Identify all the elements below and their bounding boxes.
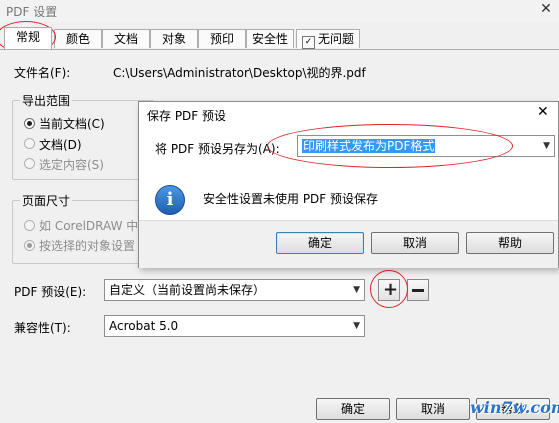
- tab-prepress[interactable]: 预印: [198, 29, 246, 48]
- tab-strip: 常规 颜色 文档 对象 预印 安全性 ✓ 无问题: [0, 21, 559, 53]
- save-preset-dialog: 保存 PDF 预设 ✕ 将 PDF 预设另存为(A): 印刷样式发布为PDF格式…: [138, 101, 559, 268]
- chevron-down-icon: ▼: [543, 141, 550, 151]
- remove-preset-button[interactable]: [407, 279, 429, 301]
- tab-label: 对象: [161, 32, 186, 46]
- radio-label: 选定内容(S): [39, 158, 104, 172]
- compatibility-value: Acrobat 5.0: [109, 319, 179, 333]
- filename-value: C:\Users\Administrator\Desktop\视的界.pdf: [113, 66, 366, 80]
- chevron-down-icon: ▼: [353, 321, 360, 331]
- compatibility-select[interactable]: Acrobat 5.0 ▼: [104, 315, 365, 337]
- radio-label: 文档(D): [39, 138, 82, 152]
- save-as-label: 将 PDF 预设另存为(A):: [155, 142, 280, 156]
- save-as-value[interactable]: 印刷样式发布为PDF格式: [302, 139, 436, 153]
- info-icon: i: [155, 185, 185, 215]
- tab-label: 颜色: [65, 32, 90, 46]
- tab-no-issues[interactable]: ✓ 无问题: [296, 29, 360, 49]
- window-title: PDF 设置: [6, 5, 58, 19]
- cancel-button[interactable]: 取消: [396, 398, 470, 420]
- compatibility-label: 兼容性(T):: [14, 321, 71, 335]
- dialog-help-button[interactable]: 帮助: [466, 232, 554, 254]
- dialog-title: 保存 PDF 预设: [147, 109, 227, 123]
- tab-objects[interactable]: 对象: [150, 29, 198, 48]
- tab-label: 安全性: [251, 32, 288, 46]
- dialog-message: 安全性设置未使用 PDF 预设保存: [203, 192, 379, 206]
- save-as-combo[interactable]: 印刷样式发布为PDF格式 ▼: [297, 135, 555, 157]
- tab-label: 无问题: [317, 32, 354, 46]
- radio-as-in-coreldraw[interactable]: [24, 220, 35, 231]
- watermark: win7w.com: [470, 398, 559, 417]
- window-close-button[interactable]: ✕: [536, 1, 556, 19]
- radio-current-document[interactable]: [24, 118, 35, 129]
- tab-color[interactable]: 颜色: [54, 29, 102, 48]
- tab-general[interactable]: 常规: [4, 27, 52, 49]
- plus-icon: +: [383, 279, 399, 300]
- radio-documents[interactable]: [24, 138, 35, 149]
- radio-selection[interactable]: [24, 158, 35, 169]
- add-preset-button[interactable]: +: [378, 279, 400, 301]
- dialog-ok-button[interactable]: 确定: [276, 232, 364, 254]
- ok-button[interactable]: 确定: [316, 398, 390, 420]
- radio-label: 按选择的对象设置: [39, 239, 136, 253]
- radio-by-selected-objects[interactable]: [24, 240, 35, 251]
- pdf-preset-value: 自定义（当前设置尚未保存）: [109, 283, 266, 297]
- pdf-preset-select[interactable]: 自定义（当前设置尚未保存） ▼: [104, 279, 365, 301]
- tab-label: 文档: [113, 32, 138, 46]
- dialog-button-bar: 确定 取消 帮助: [139, 220, 558, 268]
- dialog-close-button[interactable]: ✕: [537, 104, 549, 120]
- page-size-title: 页面尺寸: [20, 192, 73, 209]
- tab-document[interactable]: 文档: [102, 29, 150, 48]
- tab-label: 常规: [15, 30, 40, 44]
- tab-label: 预印: [209, 32, 234, 46]
- dialog-cancel-button[interactable]: 取消: [371, 232, 459, 254]
- window-titlebar: PDF 设置 ✕: [0, 0, 559, 22]
- filename-label: 文件名(F):: [14, 66, 71, 80]
- radio-label: 当前文档(C): [39, 117, 105, 131]
- radio-label: 如 CorelDRAW 中的: [39, 219, 139, 233]
- tab-security[interactable]: 安全性: [246, 29, 294, 48]
- pdf-preset-label: PDF 预设(E):: [14, 285, 87, 299]
- chevron-down-icon: ▼: [353, 285, 360, 295]
- check-icon: ✓: [301, 36, 315, 49]
- minus-icon: [412, 289, 424, 292]
- export-range-title: 导出范围: [20, 92, 73, 109]
